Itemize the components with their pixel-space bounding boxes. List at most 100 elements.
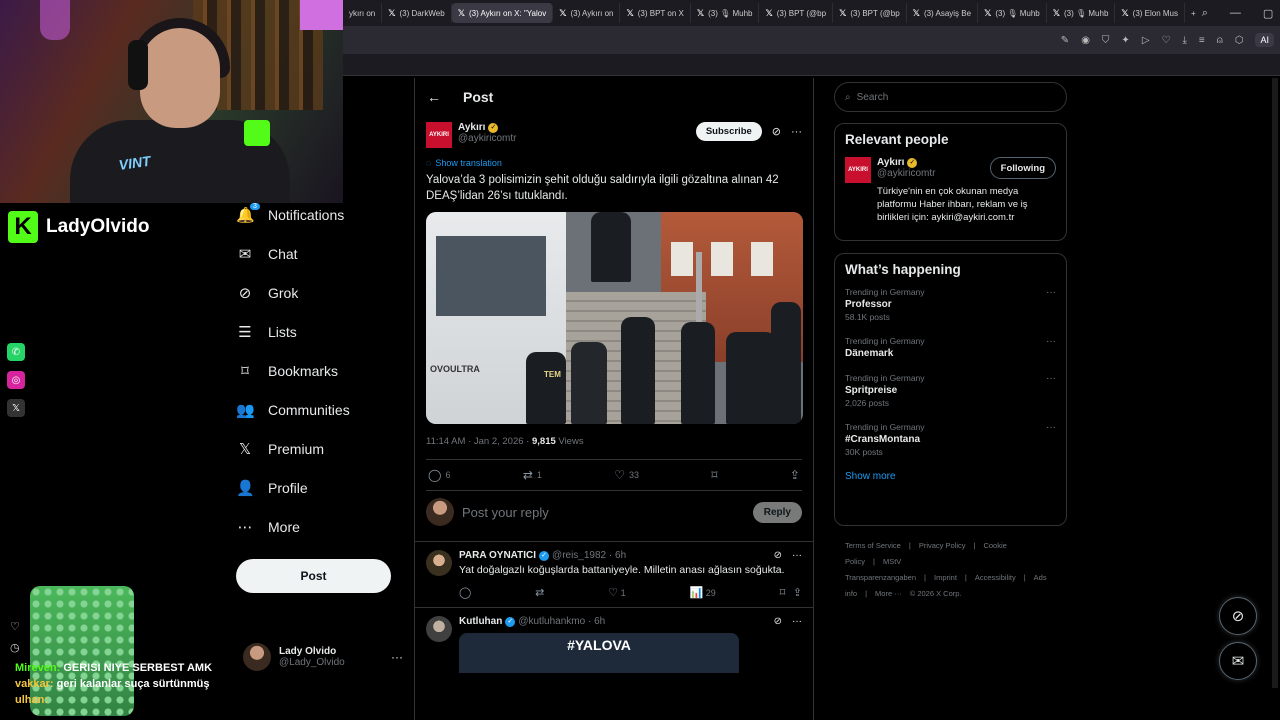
- reply-post[interactable]: Kutluhan ✓ @kutluhankmo · 6h ⊘ ··· #YALOV…: [415, 607, 813, 673]
- footer-link[interactable]: Accessibility: [975, 573, 1016, 582]
- reply-action[interactable]: ◯ 6: [428, 468, 450, 482]
- nav-item-profile[interactable]: 👤 Profile: [236, 468, 406, 507]
- reply-image[interactable]: #YALOVA: [459, 633, 739, 673]
- avatar[interactable]: [426, 616, 452, 642]
- grok-icon[interactable]: ⊘: [772, 125, 781, 138]
- more-icon[interactable]: ···: [1046, 422, 1056, 457]
- nav-item-premium[interactable]: 𝕏 Premium: [236, 429, 406, 468]
- post-image[interactable]: OVOULTRA TEM: [426, 212, 803, 424]
- like-action[interactable]: ♡ 33: [614, 468, 639, 482]
- reply-author-handle[interactable]: @reis_1982 · 6h: [552, 550, 626, 561]
- instagram-icon[interactable]: ◎: [7, 371, 25, 389]
- heart-icon[interactable]: ♡: [1162, 35, 1171, 46]
- reply-icon[interactable]: ◯: [459, 586, 471, 599]
- following-button[interactable]: Following: [989, 157, 1056, 179]
- heart-outline-icon[interactable]: ♡: [10, 620, 20, 633]
- shield-icon[interactable]: ⛉: [1102, 35, 1110, 46]
- bookmark-icon[interactable]: ⌑: [780, 587, 786, 599]
- search-tabs-icon[interactable]: ⌕: [1202, 7, 1208, 20]
- minimize-icon[interactable]: —: [1230, 7, 1241, 20]
- more-icon[interactable]: ···: [1046, 336, 1056, 359]
- download-icon[interactable]: ⤓: [1182, 35, 1186, 46]
- trend-item[interactable]: Trending in Germany #CransMontana 30K post…: [845, 422, 1056, 457]
- footer-link[interactable]: Imprint: [934, 573, 957, 582]
- trend-item[interactable]: Trending in Germany Professor 58.1K posts ·…: [845, 287, 1056, 322]
- footer-link[interactable]: Terms of Service: [845, 541, 901, 550]
- browser-tab[interactable]: 𝕏 (3) Aykırı on: [553, 3, 621, 23]
- avatar[interactable]: [426, 550, 452, 576]
- author-avatar[interactable]: AYKIRI: [426, 122, 452, 148]
- extension-icon[interactable]: ✦: [1121, 35, 1129, 46]
- author-name[interactable]: Aykırı: [458, 122, 485, 133]
- messages-fab-button[interactable]: ✉: [1219, 642, 1257, 680]
- browser-tab[interactable]: 𝕏 (3) BPT on X: [620, 3, 691, 23]
- browser-tab[interactable]: 𝕏 (3) DarkWeb: [382, 3, 452, 23]
- camera-icon[interactable]: ◉: [1081, 35, 1090, 46]
- browser-tab[interactable]: 𝕏 (3) Aykırı on X: "Yalov: [451, 3, 554, 23]
- footer-link[interactable]: More ···: [875, 589, 902, 598]
- repost-action[interactable]: ⇄ 1: [523, 468, 542, 482]
- reply-author-name[interactable]: Kutluhan: [459, 616, 502, 627]
- more-icon[interactable]: ···: [1046, 373, 1056, 408]
- account-icon[interactable]: ⍝: [1217, 35, 1223, 46]
- footer-link[interactable]: © 2026 X Corp.: [910, 589, 962, 598]
- share-icon[interactable]: ⇪: [793, 587, 802, 599]
- more-icon[interactable]: ···: [1046, 287, 1056, 322]
- person-name[interactable]: Aykırı: [877, 157, 904, 168]
- browser-tab[interactable]: 𝕏 (3) Elon Mus: [1115, 3, 1186, 23]
- cube-icon[interactable]: ⬡: [1235, 35, 1244, 46]
- trend-item[interactable]: Trending in Germany Spritpreise 2,026 post…: [845, 373, 1056, 408]
- author-handle[interactable]: @aykiricomtr: [458, 133, 517, 144]
- account-switcher[interactable]: Lady Olvido @Lady_Olvido ···: [243, 643, 403, 671]
- subscribe-button[interactable]: Subscribe: [695, 122, 762, 141]
- browser-tab[interactable]: 𝕏 (3) 🎙 Muhb: [1047, 3, 1116, 23]
- browser-tab[interactable]: 𝕏 (3) 🎙 Muhb: [978, 3, 1047, 23]
- reply-author-handle[interactable]: @kutluhankmo · 6h: [518, 616, 605, 627]
- menu-icon[interactable]: ≡: [1199, 35, 1205, 46]
- more-icon[interactable]: ···: [792, 616, 802, 627]
- browser-tab[interactable]: 𝕏 (3) 🎙 Muhb: [691, 3, 760, 23]
- grok-fab-button[interactable]: ⊘: [1219, 597, 1257, 635]
- show-more-link[interactable]: Show more: [845, 471, 1056, 482]
- browser-tab[interactable]: 𝕏 (3) BPT (@bp: [833, 3, 907, 23]
- nav-item-lists[interactable]: ☰ Lists: [236, 312, 406, 351]
- reply-input[interactable]: Post your reply: [462, 505, 745, 520]
- more-options-icon[interactable]: ···: [391, 650, 403, 664]
- grok-icon[interactable]: ⊘: [774, 616, 782, 627]
- clock-icon[interactable]: ◷: [10, 641, 20, 654]
- play-icon[interactable]: ▷: [1142, 35, 1150, 46]
- scrollbar[interactable]: [1272, 78, 1278, 688]
- x-app-icon[interactable]: 𝕏: [7, 399, 25, 417]
- share-action[interactable]: ⇪: [790, 468, 800, 482]
- browser-tab[interactable]: 𝕏 (3) Asayiş Be: [907, 3, 979, 23]
- nav-item-notifications[interactable]: 🔔 3 Notifications: [236, 195, 406, 234]
- more-icon[interactable]: ···: [791, 126, 802, 138]
- browser-tab[interactable]: ykırı on: [343, 3, 383, 23]
- person-avatar[interactable]: AYKIRI: [845, 157, 871, 183]
- nav-item-grok[interactable]: ⊘ Grok: [236, 273, 406, 312]
- ai-button[interactable]: AI: [1255, 33, 1274, 47]
- bookmark-action[interactable]: ⌑: [711, 468, 717, 482]
- search-input[interactable]: ⌕ Search: [834, 82, 1067, 112]
- nav-item-communities[interactable]: 👥 Communities: [236, 390, 406, 429]
- nav-item-more[interactable]: ⋯ More: [236, 507, 406, 546]
- trend-item[interactable]: Trending in Germany Dänemark ···: [845, 336, 1056, 359]
- footer-link[interactable]: Privacy Policy: [919, 541, 966, 550]
- person-handle[interactable]: @aykiricomtr: [877, 168, 936, 179]
- repost-icon[interactable]: ⇄: [535, 586, 544, 599]
- whatsapp-icon[interactable]: ✆: [7, 343, 25, 361]
- show-translation-link[interactable]: ◌ Show translation: [426, 158, 802, 168]
- reply-author-name[interactable]: PARA OYNATICI: [459, 550, 536, 561]
- like-action[interactable]: ♡ 1: [608, 586, 625, 599]
- views-action[interactable]: 📊 29: [690, 586, 716, 599]
- new-tab-button[interactable]: +: [1185, 3, 1202, 23]
- post-button[interactable]: Post: [236, 559, 391, 593]
- grok-icon[interactable]: ⊘: [774, 550, 782, 561]
- browser-tab[interactable]: 𝕏 (3) BPT (@bp: [759, 3, 834, 23]
- back-arrow-icon[interactable]: ←: [427, 89, 441, 105]
- maximize-icon[interactable]: ▢: [1263, 7, 1273, 20]
- post-time[interactable]: 11:14 AM · Jan 2, 2026 ·: [426, 436, 532, 447]
- edit-icon[interactable]: ✎: [1061, 35, 1069, 46]
- nav-item-chat[interactable]: ✉ Chat: [236, 234, 406, 273]
- reply-post[interactable]: PARA OYNATICI ✓ @reis_1982 · 6h ⊘ ··· Yat…: [415, 541, 813, 607]
